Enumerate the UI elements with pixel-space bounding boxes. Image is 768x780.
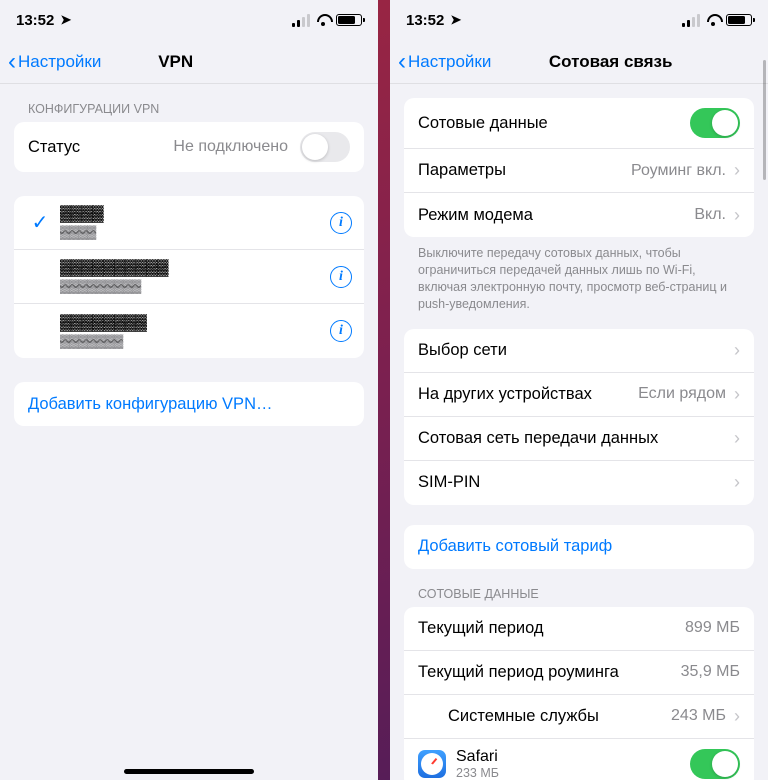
row-status[interactable]: Статус Не подключено: [14, 122, 364, 172]
chevron-right-icon: ›: [734, 160, 740, 181]
row-sim-pin[interactable]: SIM-PIN ›: [404, 461, 754, 505]
chevron-right-icon: ›: [734, 472, 740, 493]
vpn-config-subtitle: ▓▓▓▓▓▓▓▓▓: [60, 278, 330, 294]
checkmark-icon: ✓: [26, 210, 54, 235]
page-title: VPN: [41, 52, 310, 72]
wifi-icon: [705, 14, 721, 26]
cellular-signal-icon: [682, 14, 700, 27]
safari-icon: [418, 750, 446, 778]
row-current-period: Текущий период 899 МБ: [404, 607, 754, 651]
app-name: Safari: [456, 748, 690, 766]
vpn-config-row[interactable]: ▓▓▓▓▓▓▓▓▓▓ ▓▓▓▓▓▓▓▓▓ i: [14, 250, 364, 304]
vpn-config-title: ▓▓▓▓▓▓▓▓▓▓: [60, 259, 330, 277]
row-other-devices[interactable]: На других устройствах Если рядом ›: [404, 373, 754, 417]
location-icon: ➤: [450, 12, 461, 28]
scrollbar[interactable]: [763, 60, 766, 180]
vpn-config-row[interactable]: ✓ ▓▓▓▓ ▓▓▓▓ i: [14, 196, 364, 250]
row-cellular-data[interactable]: Сотовые данные: [404, 98, 754, 149]
info-icon[interactable]: i: [330, 320, 352, 342]
wifi-icon: [315, 14, 331, 26]
home-indicator[interactable]: [124, 769, 254, 774]
info-icon[interactable]: i: [330, 266, 352, 288]
page-title: Сотовая связь: [471, 52, 750, 72]
status-toggle[interactable]: [300, 132, 350, 162]
add-vpn-config[interactable]: Добавить конфигурацию VPN…: [14, 382, 364, 426]
battery-icon: [336, 14, 362, 26]
nav-header: ‹ Настройки VPN: [0, 40, 378, 84]
vpn-config-row[interactable]: ▓▓▓▓▓▓▓▓ ▓▓▓▓▓▓▓ i: [14, 304, 364, 358]
content: КОНФИГУРАЦИИ VPN Статус Не подключено ✓ …: [0, 84, 378, 780]
cellular-signal-icon: [292, 14, 310, 27]
chevron-right-icon: ›: [734, 384, 740, 405]
row-hotspot[interactable]: Режим модема Вкл. ›: [404, 193, 754, 237]
row-roaming-period: Текущий период роуминга 35,9 МБ: [404, 651, 754, 695]
location-icon: ➤: [60, 12, 71, 28]
battery-icon: [726, 14, 752, 26]
add-cellular-plan[interactable]: Добавить сотовый тариф: [404, 525, 754, 569]
row-app-safari[interactable]: Safari 233 МБ: [404, 739, 754, 780]
status-label: Статус: [28, 138, 173, 157]
phone-cellular: 13:52 ➤ ‹ Настройки Сотовая связь Сотовы…: [390, 0, 768, 780]
section-header-configs: КОНФИГУРАЦИИ VPN: [0, 84, 378, 122]
phone-vpn: 13:52 ➤ ‹ Настройки VPN КОНФИГУРАЦИИ VPN…: [0, 0, 378, 780]
cellular-data-toggle[interactable]: [690, 108, 740, 138]
content: Сотовые данные Параметры Роуминг вкл. › …: [390, 84, 768, 780]
app-size: 233 МБ: [456, 766, 690, 780]
status-value: Не подключено: [173, 138, 288, 156]
info-icon[interactable]: i: [330, 212, 352, 234]
chevron-left-icon: ‹: [398, 50, 406, 74]
group-vpn-configs: ✓ ▓▓▓▓ ▓▓▓▓ i ▓▓▓▓▓▓▓▓▓▓ ▓▓▓▓▓▓▓▓▓ i ▓▓▓…: [14, 196, 364, 358]
row-cellular-network[interactable]: Сотовая сеть передачи данных ›: [404, 417, 754, 461]
status-time: 13:52: [406, 12, 444, 29]
group-data-usage: Текущий период 899 МБ Текущий период роу…: [404, 607, 754, 780]
section-header-data: СОТОВЫЕ ДАННЫЕ: [390, 569, 768, 607]
chevron-right-icon: ›: [734, 205, 740, 226]
chevron-left-icon: ‹: [8, 50, 16, 74]
cellular-footer-text: Выключите передачу сотовых данных, чтобы…: [390, 237, 768, 329]
chevron-right-icon: ›: [734, 428, 740, 449]
group-cellular-main: Сотовые данные Параметры Роуминг вкл. › …: [404, 98, 754, 237]
chevron-right-icon: ›: [734, 706, 740, 727]
row-system-services[interactable]: Системные службы 243 МБ ›: [404, 695, 754, 739]
group-add-plan: Добавить сотовый тариф: [404, 525, 754, 569]
group-add-config: Добавить конфигурацию VPN…: [14, 382, 364, 426]
status-bar: 13:52 ➤: [0, 0, 378, 40]
group-network: Выбор сети › На других устройствах Если …: [404, 329, 754, 505]
row-network-selection[interactable]: Выбор сети ›: [404, 329, 754, 373]
chevron-right-icon: ›: [734, 340, 740, 361]
status-bar: 13:52 ➤: [390, 0, 768, 40]
vpn-config-title: ▓▓▓▓▓▓▓▓: [60, 314, 330, 332]
safari-toggle[interactable]: [690, 749, 740, 779]
vpn-config-subtitle: ▓▓▓▓: [60, 224, 330, 240]
vpn-config-subtitle: ▓▓▓▓▓▓▓: [60, 333, 330, 349]
row-options[interactable]: Параметры Роуминг вкл. ›: [404, 149, 754, 193]
group-status: Статус Не подключено: [14, 122, 364, 172]
vpn-config-title: ▓▓▓▓: [60, 205, 330, 223]
nav-header: ‹ Настройки Сотовая связь: [390, 40, 768, 84]
status-time: 13:52: [16, 12, 54, 29]
